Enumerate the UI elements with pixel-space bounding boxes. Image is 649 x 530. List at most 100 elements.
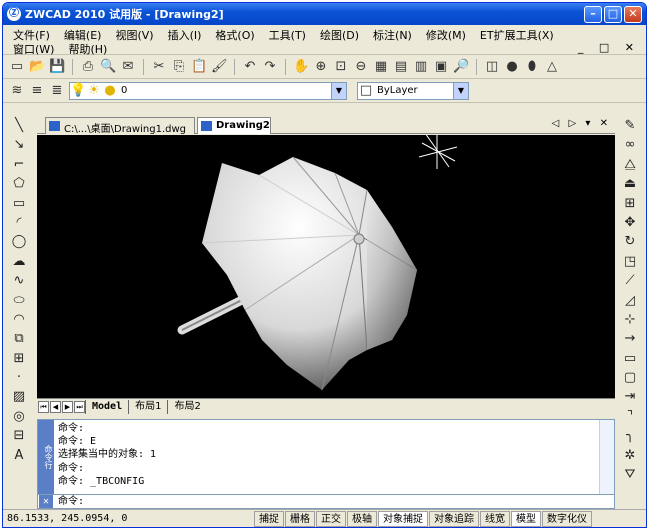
mirror-icon[interactable]: ⧋ bbox=[616, 155, 644, 174]
maximize-button[interactable]: □ bbox=[604, 5, 622, 23]
move-icon[interactable]: ✥ bbox=[616, 213, 644, 232]
layer-combo[interactable]: 💡 ☀ ● 0 ▼ bbox=[69, 81, 347, 100]
rectangle-icon[interactable]: ▭ bbox=[5, 194, 33, 213]
menu-et-tools[interactable]: ET扩展工具(X) bbox=[480, 27, 554, 43]
region-icon[interactable]: ◎ bbox=[5, 407, 33, 426]
tab-drawing1[interactable]: C:\...\桌面\Drawing1.dwg bbox=[45, 117, 195, 135]
tab-drawing2[interactable]: Drawing2 bbox=[197, 117, 271, 134]
chevron-down-icon[interactable]: ▼ bbox=[331, 82, 346, 99]
help-icon[interactable]: 🔎 bbox=[453, 59, 469, 75]
next-tab-icon[interactable]: ▶ bbox=[62, 400, 73, 413]
erase-icon[interactable]: ✎ bbox=[616, 116, 644, 135]
minimize-button[interactable]: – bbox=[584, 5, 602, 23]
revision-cloud-icon[interactable]: ☁ bbox=[5, 252, 33, 271]
tab-model[interactable]: Model bbox=[85, 399, 128, 414]
spline-icon[interactable]: ∿ bbox=[5, 271, 33, 290]
open-icon[interactable]: 📂 bbox=[29, 59, 45, 75]
cone-icon[interactable]: △ bbox=[544, 59, 560, 75]
save-icon[interactable]: 💾 bbox=[49, 59, 65, 75]
solid-edit-icon[interactable]: ⛛ bbox=[616, 465, 644, 484]
menu-draw[interactable]: 绘图(D) bbox=[320, 27, 359, 43]
offset-icon[interactable]: ⏏ bbox=[616, 174, 644, 193]
command-input[interactable]: ✕ 命令: bbox=[37, 494, 615, 509]
layer-manager-icon[interactable]: ≋ bbox=[9, 83, 25, 99]
tab-controls[interactable]: ◁ ▷ ▾ ✕ bbox=[552, 118, 611, 129]
break-at-point-icon[interactable]: ⇥ bbox=[616, 387, 644, 406]
line-icon[interactable]: ╲ bbox=[5, 116, 33, 135]
lineweight-toggle[interactable]: 线宽 bbox=[480, 510, 510, 527]
menu-modify[interactable]: 修改(M) bbox=[426, 27, 466, 43]
close-button[interactable]: ✕ bbox=[624, 5, 642, 23]
design-center-icon[interactable]: ▤ bbox=[393, 59, 409, 75]
array-icon[interactable]: ⊞ bbox=[616, 194, 644, 213]
tablet-toggle[interactable]: 数字化仪 bbox=[542, 510, 592, 527]
menu-help[interactable]: 帮助(H) bbox=[68, 41, 107, 57]
fillet-icon[interactable]: ╮ bbox=[616, 426, 644, 445]
undo-icon[interactable]: ↶ bbox=[242, 59, 258, 75]
calculator-icon[interactable]: ▣ bbox=[433, 59, 449, 75]
text-icon[interactable]: A bbox=[5, 446, 33, 465]
ellipse-arc-icon[interactable]: ◠ bbox=[5, 310, 33, 329]
match-properties-icon[interactable]: 🖌 bbox=[211, 59, 228, 75]
grid-toggle[interactable]: 栅格 bbox=[285, 510, 315, 527]
break-icon[interactable]: ▭ bbox=[616, 349, 644, 368]
model-toggle[interactable]: 模型 bbox=[511, 510, 541, 527]
arc-icon[interactable]: ◜ bbox=[5, 213, 33, 232]
print-icon[interactable]: ⎙ bbox=[80, 59, 96, 75]
sphere-icon[interactable]: ● bbox=[504, 59, 520, 75]
polyline-icon[interactable]: ⌐ bbox=[5, 155, 33, 174]
last-tab-icon[interactable]: ⏭ bbox=[74, 400, 85, 413]
scale-icon[interactable]: ◳ bbox=[616, 252, 644, 271]
pan-icon[interactable]: ✋ bbox=[293, 59, 309, 75]
zoom-previous-icon[interactable]: ⊖ bbox=[353, 59, 369, 75]
first-tab-icon[interactable]: ⏮ bbox=[38, 400, 49, 413]
publish-icon[interactable]: ✉ bbox=[120, 59, 136, 75]
polar-toggle[interactable]: 极轴 bbox=[347, 510, 377, 527]
ellipse-icon[interactable]: ⬭ bbox=[5, 291, 33, 310]
lengthen-icon[interactable]: ◿ bbox=[616, 291, 644, 310]
stretch-icon[interactable]: ⟋ bbox=[616, 271, 644, 290]
paste-icon[interactable]: 📋 bbox=[191, 59, 207, 75]
drawing-canvas[interactable] bbox=[37, 132, 615, 398]
join-icon[interactable]: ▢ bbox=[616, 368, 644, 387]
redo-icon[interactable]: ↷ bbox=[262, 59, 278, 75]
tab-layout2[interactable]: 布局2 bbox=[167, 399, 206, 414]
layer-state-icon[interactable]: ≡ bbox=[29, 83, 45, 99]
point-icon[interactable]: · bbox=[5, 368, 33, 387]
explode-icon[interactable]: ✲ bbox=[616, 446, 644, 465]
box-icon[interactable]: ◫ bbox=[484, 59, 500, 75]
menu-tools[interactable]: 工具(T) bbox=[269, 27, 306, 43]
ortho-toggle[interactable]: 正交 bbox=[316, 510, 346, 527]
menu-view[interactable]: 视图(V) bbox=[115, 27, 153, 43]
polygon-icon[interactable]: ⬠ bbox=[5, 174, 33, 193]
tool-palette-icon[interactable]: ▥ bbox=[413, 59, 429, 75]
prev-tab-icon[interactable]: ◀ bbox=[50, 400, 61, 413]
command-scrollbar[interactable] bbox=[599, 420, 614, 494]
rotate-icon[interactable]: ↻ bbox=[616, 232, 644, 251]
insert-block-icon[interactable]: ⧉ bbox=[5, 329, 33, 348]
zoom-window-icon[interactable]: ⊡ bbox=[333, 59, 349, 75]
ray-icon[interactable]: ↘ bbox=[5, 135, 33, 154]
menu-insert[interactable]: 插入(I) bbox=[168, 27, 202, 43]
tab-layout1[interactable]: 布局1 bbox=[128, 399, 167, 414]
menu-format[interactable]: 格式(O) bbox=[215, 27, 254, 43]
new-icon[interactable]: ▭ bbox=[9, 59, 25, 75]
extend-icon[interactable]: → bbox=[616, 329, 644, 348]
menu-dimension[interactable]: 标注(N) bbox=[373, 27, 412, 43]
cylinder-icon[interactable]: ⬮ bbox=[524, 59, 540, 75]
copy-object-icon[interactable]: ∞ bbox=[616, 135, 644, 154]
trim-icon[interactable]: ⊹ bbox=[616, 310, 644, 329]
close-icon[interactable]: ✕ bbox=[39, 495, 53, 508]
hatch-icon[interactable]: ▨ bbox=[5, 387, 33, 406]
copy-icon[interactable]: ⎘ bbox=[171, 59, 187, 75]
circle-icon[interactable]: ◯ bbox=[5, 232, 33, 251]
properties-icon[interactable]: ▦ bbox=[373, 59, 389, 75]
cut-icon[interactable]: ✂ bbox=[151, 59, 167, 75]
table-icon[interactable]: ⊟ bbox=[5, 426, 33, 445]
otrack-toggle[interactable]: 对象追踪 bbox=[429, 510, 479, 527]
osnap-toggle[interactable]: 对象捕捉 bbox=[378, 510, 428, 527]
chamfer-icon[interactable]: ⌝ bbox=[616, 407, 644, 426]
make-block-icon[interactable]: ⊞ bbox=[5, 349, 33, 368]
zoom-realtime-icon[interactable]: ⊕ bbox=[313, 59, 329, 75]
chevron-down-icon[interactable]: ▼ bbox=[453, 82, 468, 99]
